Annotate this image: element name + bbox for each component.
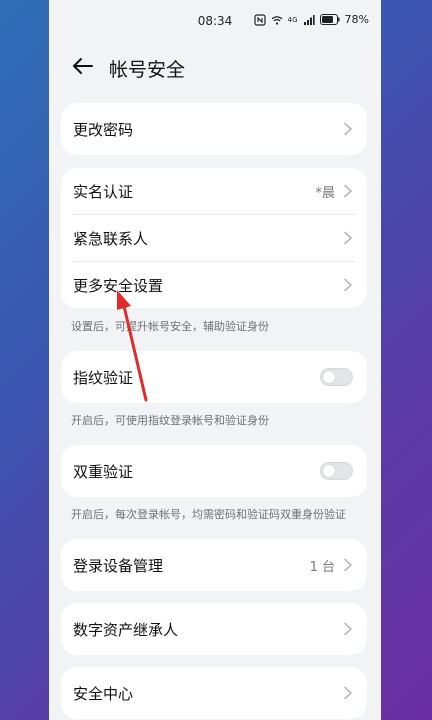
nfc-icon: [254, 13, 266, 26]
two-factor-toggle[interactable]: [320, 462, 353, 480]
toggle-knob: [323, 371, 335, 383]
more-security-settings-label: 更多安全设置: [73, 276, 164, 295]
fingerprint-row: 指纹验证: [61, 351, 367, 403]
wifi-icon: [271, 15, 283, 25]
chevron-right-icon: [344, 686, 352, 700]
card-devices: 登录设备管理 1 台: [61, 539, 367, 591]
chevron-right-icon: [344, 122, 352, 136]
chevron-right-icon: [344, 622, 352, 636]
fingerprint-toggle[interactable]: [320, 368, 353, 386]
network-type: 4G: [287, 15, 298, 24]
fingerprint-label: 指纹验证: [73, 368, 134, 387]
card-security-center: 安全中心: [61, 667, 367, 719]
chevron-right-icon: [344, 184, 352, 198]
fingerprint-note: 开启后，可使用指纹登录帐号和验证身份: [71, 414, 269, 427]
security-center-row[interactable]: 安全中心: [61, 667, 367, 719]
real-name-row[interactable]: 实名认证 *晨: [61, 168, 367, 214]
chevron-right-icon: [344, 558, 352, 572]
change-password-row[interactable]: 更改密码: [61, 103, 367, 155]
emergency-contact-row[interactable]: 紧急联系人: [61, 215, 367, 261]
status-icons: 4G 78%: [254, 13, 369, 26]
toggle-knob: [323, 465, 335, 477]
page-header: 帐号安全: [49, 44, 381, 90]
change-password-label: 更改密码: [73, 120, 134, 139]
security-center-label: 安全中心: [73, 684, 134, 703]
two-factor-note: 开启后，每次登录帐号，均需密码和验证码双重身份验证: [71, 508, 346, 521]
phone-screen: 08:34 4G 78% 帐号安全 更改密码 实名认证 *晨 紧急联系人 更多安…: [49, 0, 381, 720]
real-name-value: *晨: [315, 185, 335, 201]
chevron-right-icon: [344, 231, 352, 245]
battery-percent: 78%: [344, 13, 369, 26]
device-management-label: 登录设备管理: [73, 556, 164, 575]
device-management-row[interactable]: 登录设备管理 1 台: [61, 539, 367, 591]
real-name-label: 实名认证: [73, 182, 134, 201]
digital-heir-label: 数字资产继承人: [73, 620, 179, 639]
card-change-password: 更改密码: [61, 103, 367, 155]
two-factor-row: 双重验证: [61, 445, 367, 497]
page-title: 帐号安全: [109, 59, 186, 81]
status-bar: 08:34 4G 78%: [49, 0, 381, 44]
device-count: 1 台: [309, 559, 335, 575]
digital-heir-row[interactable]: 数字资产继承人: [61, 603, 367, 655]
emergency-contact-label: 紧急联系人: [73, 229, 149, 248]
card-two-factor: 双重验证: [61, 445, 367, 497]
card-heir: 数字资产继承人: [61, 603, 367, 655]
card-fingerprint: 指纹验证: [61, 351, 367, 403]
signal-icon: [303, 14, 315, 25]
security-note: 设置后，可提升帐号安全，辅助验证身份: [71, 320, 269, 333]
battery-icon: [319, 14, 340, 25]
card-security-group: 实名认证 *晨 紧急联系人 更多安全设置: [61, 168, 367, 308]
back-arrow-icon[interactable]: [71, 54, 95, 78]
chevron-right-icon: [344, 278, 352, 292]
more-security-settings-row[interactable]: 更多安全设置: [61, 262, 367, 308]
two-factor-label: 双重验证: [73, 462, 134, 481]
